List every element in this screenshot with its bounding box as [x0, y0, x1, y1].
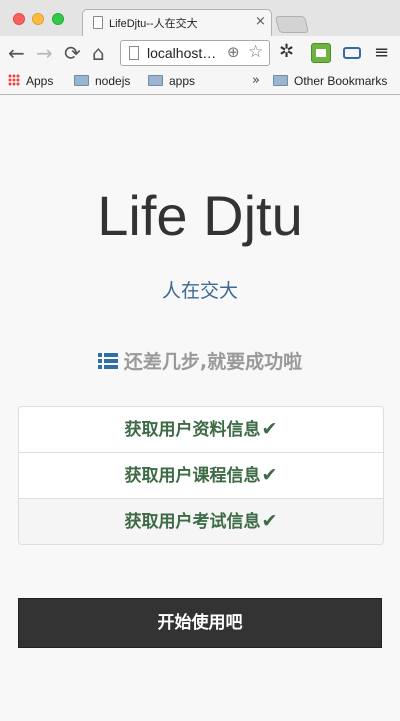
tab-strip: LifeDjtu--人在交大 × — [0, 0, 400, 36]
page-icon — [129, 46, 139, 60]
tab-title: LifeDjtu--人在交大 — [109, 18, 198, 30]
bookmark-label: Other Bookmarks — [294, 74, 388, 88]
bookmark-nodejs[interactable]: nodejs — [74, 74, 130, 88]
folder-icon — [273, 75, 288, 86]
minimize-window-button[interactable] — [32, 13, 44, 25]
step-item: 获取用户资料信息✔ — [19, 407, 383, 452]
new-tab-button[interactable] — [274, 16, 310, 33]
step-label: 获取用户考试信息 — [124, 512, 261, 532]
bookmark-star-icon[interactable]: ☆ — [248, 42, 263, 62]
bookmark-label: nodejs — [95, 74, 131, 88]
browser-tab[interactable]: LifeDjtu--人在交大 × — [82, 9, 272, 36]
check-icon: ✔ — [261, 418, 278, 440]
start-button[interactable]: 开始使用吧 — [18, 598, 382, 648]
bookmark-apps[interactable]: Apps — [8, 74, 53, 88]
progress-steps-list: 获取用户资料信息✔ 获取用户课程信息✔ 获取用户考试信息✔ — [18, 406, 384, 545]
reload-button[interactable]: ⟳ — [64, 41, 81, 65]
check-icon: ✔ — [261, 464, 278, 486]
step-label: 获取用户课程信息 — [124, 466, 261, 486]
bookmark-apps-folder[interactable]: apps — [148, 74, 195, 88]
tab-close-icon[interactable]: × — [255, 14, 266, 29]
forward-button[interactable]: → — [36, 41, 53, 65]
browser-toolbar: ← → ⟳ ⌂ localhost… ⊕ ☆ ✲ ≡ — [0, 36, 400, 70]
status-text: 还差几步,就要成功啦 — [123, 351, 303, 373]
zoom-icon[interactable]: ⊕ — [227, 43, 240, 61]
step-item: 获取用户课程信息✔ — [19, 452, 383, 498]
folder-icon — [148, 75, 163, 86]
step-label: 获取用户资料信息 — [124, 420, 261, 440]
bookmark-label: Apps — [26, 74, 54, 88]
page-favicon-icon — [93, 16, 103, 29]
page-subtitle: 人在交大 — [161, 280, 238, 302]
bookmarks-bar: Apps nodejs apps » Other Bookmarks — [0, 70, 400, 94]
list-icon — [97, 353, 118, 369]
address-bar[interactable]: localhost… ⊕ ☆ — [120, 40, 270, 66]
bookmark-other[interactable]: Other Bookmarks — [273, 74, 387, 88]
page-content: Life Djtu 人在交大 还差几步,就要成功啦 获取用户资料信息✔ 获取用户… — [0, 95, 400, 721]
home-button[interactable]: ⌂ — [92, 41, 105, 65]
apps-grid-icon — [8, 74, 20, 86]
step-item: 获取用户考试信息✔ — [19, 498, 383, 544]
zoom-window-button[interactable] — [52, 13, 64, 25]
menu-icon[interactable]: ≡ — [374, 42, 389, 63]
print-extension-icon[interactable] — [311, 43, 331, 63]
bookmarks-overflow-icon[interactable]: » — [252, 73, 260, 88]
bug-extension-icon[interactable]: ✲ — [279, 41, 299, 62]
page-title: Life Djtu — [97, 184, 303, 247]
link-extension-icon[interactable] — [342, 43, 362, 63]
back-button[interactable]: ← — [8, 41, 25, 65]
status-message: 还差几步,就要成功啦 — [0, 347, 400, 374]
bookmark-label: apps — [169, 74, 196, 88]
browser-chrome: LifeDjtu--人在交大 × ← → ⟳ ⌂ localhost… ⊕ ☆ … — [0, 0, 400, 95]
folder-icon — [74, 75, 89, 86]
url-text[interactable]: localhost… — [147, 45, 216, 61]
check-icon: ✔ — [261, 510, 278, 532]
close-window-button[interactable] — [13, 13, 25, 25]
